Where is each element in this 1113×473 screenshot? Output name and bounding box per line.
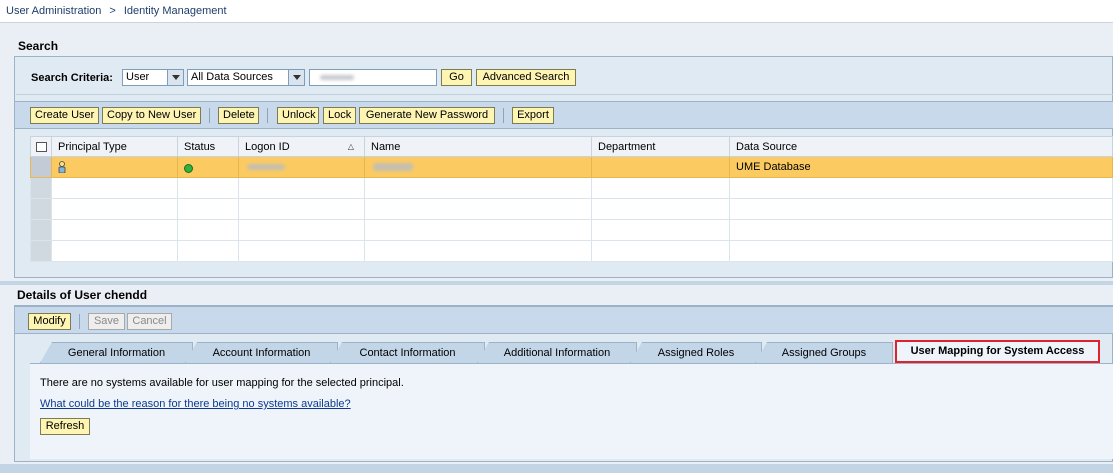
column-header-data-source[interactable]: Data Source	[729, 136, 1113, 157]
search-criteria-label: Search Criteria:	[31, 72, 113, 84]
divider	[16, 94, 1113, 95]
column-header-logon-id-label: Logon ID	[245, 140, 290, 153]
breadcrumb-user-administration[interactable]: User Administration	[6, 5, 101, 17]
principal-type-select[interactable]: User	[122, 69, 184, 86]
column-header-department[interactable]: Department	[591, 136, 730, 157]
toolbar-separator	[503, 108, 504, 123]
logon-id-cell	[238, 156, 365, 178]
column-header-name[interactable]: Name	[364, 136, 592, 157]
tab-general-information[interactable]: General Information	[40, 342, 193, 363]
toolbar-separator	[209, 108, 210, 123]
tab-assigned-groups[interactable]: Assigned Groups	[755, 342, 893, 363]
redacted-logon-id	[247, 164, 285, 170]
breadcrumb-separator: >	[109, 5, 116, 17]
generate-new-password-button[interactable]: Generate New Password	[359, 107, 495, 124]
table-header-row: Principal Type Status Logon ID △ Name Dep…	[30, 136, 1113, 157]
sort-ascending-icon[interactable]: △	[348, 142, 354, 151]
toolbar-separator	[79, 314, 80, 329]
breadcrumb: User Administration > Identity Management	[0, 0, 1113, 23]
delete-button[interactable]: Delete	[218, 107, 259, 124]
create-user-button[interactable]: Create User	[30, 107, 99, 124]
column-header-status[interactable]: Status	[177, 136, 239, 157]
principal-type-cell	[51, 156, 178, 178]
principal-type-select-value: User	[126, 71, 150, 83]
table-row	[30, 240, 1113, 262]
save-button[interactable]: Save	[88, 313, 125, 330]
unlock-button[interactable]: Unlock	[277, 107, 319, 124]
no-systems-message: There are no systems available for user …	[40, 377, 404, 389]
advanced-search-button[interactable]: Advanced Search	[476, 69, 576, 86]
copy-to-new-user-button[interactable]: Copy to New User	[102, 107, 201, 124]
details-section-title: Details of User chendd	[17, 288, 148, 302]
status-cell	[177, 156, 239, 178]
chevron-down-icon	[288, 70, 304, 85]
department-cell	[591, 156, 730, 178]
table-row	[30, 177, 1113, 199]
tab-additional-information[interactable]: Additional Information	[477, 342, 637, 363]
modify-button[interactable]: Modify	[28, 313, 71, 330]
table-row[interactable]: UME Database	[30, 156, 1113, 178]
status-active-icon	[184, 163, 193, 173]
data-source-select-value: All Data Sources	[191, 71, 273, 83]
redacted-name	[373, 163, 413, 171]
toolbar-separator	[267, 108, 268, 123]
column-header-principal-type[interactable]: Principal Type	[51, 136, 178, 157]
search-section-title: Search	[18, 39, 59, 53]
tab-assigned-roles[interactable]: Assigned Roles	[630, 342, 762, 363]
refresh-button[interactable]: Refresh	[40, 418, 90, 435]
lock-button[interactable]: Lock	[323, 107, 356, 124]
breadcrumb-identity-management[interactable]: Identity Management	[124, 5, 227, 17]
tab-user-mapping-for-system-access[interactable]: User Mapping for System Access	[895, 340, 1100, 363]
help-link[interactable]: What could be the reason for there being…	[40, 398, 351, 410]
name-cell	[364, 156, 592, 178]
section-divider	[0, 281, 1113, 285]
search-input[interactable]	[309, 69, 437, 86]
footer-bar	[0, 464, 1113, 473]
tab-account-information[interactable]: Account Information	[185, 342, 338, 363]
table-row	[30, 219, 1113, 241]
redacted-search-text	[320, 75, 354, 80]
cancel-button[interactable]: Cancel	[127, 313, 172, 330]
users-table: Principal Type Status Logon ID △ Name Dep…	[30, 136, 1113, 262]
tab-contact-information[interactable]: Contact Information	[330, 342, 485, 363]
table-row	[30, 198, 1113, 220]
chevron-down-icon	[167, 70, 183, 85]
select-all-icon[interactable]	[30, 136, 52, 157]
row-selector[interactable]	[30, 156, 52, 178]
go-button[interactable]: Go	[441, 69, 472, 86]
column-header-logon-id[interactable]: Logon ID △	[238, 136, 365, 157]
details-toolbar	[15, 306, 1113, 334]
user-icon	[58, 160, 66, 173]
export-button[interactable]: Export	[512, 107, 554, 124]
data-source-select[interactable]: All Data Sources	[187, 69, 305, 86]
data-source-cell: UME Database	[729, 156, 1113, 178]
